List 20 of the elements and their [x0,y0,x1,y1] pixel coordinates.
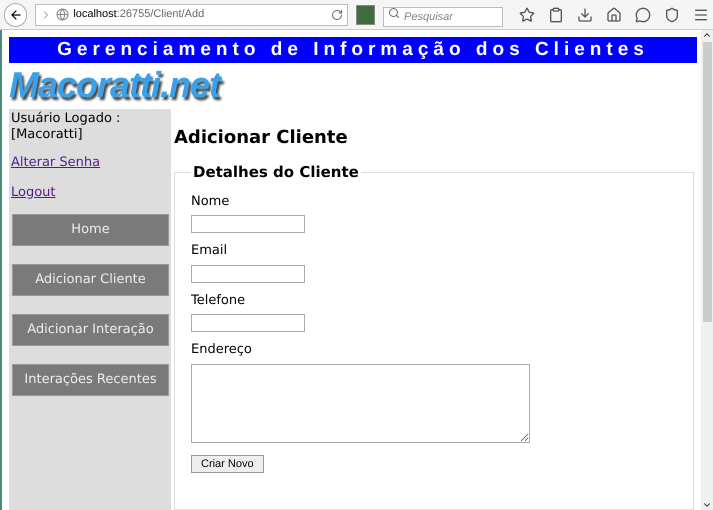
sidebar-link[interactable]: Alterar Senha [11,153,100,172]
url-text: localhost:26755/Client/Add [73,7,204,22]
user-label: Usuário Logado : [11,111,122,127]
field-label: Email [191,242,228,260]
site-logo: Macoratti.net [9,63,224,107]
field-label: Endereço [191,341,252,359]
user-name: [Macoratti] [11,127,84,143]
page-heading: Adicionar Cliente [174,126,349,150]
submit-button[interactable]: Criar Novo [191,454,264,472]
nav-button[interactable]: Adicionar Interação [12,314,169,346]
address-bar[interactable]: localhost:26755/Client/Add [35,4,348,26]
nav-button[interactable]: Interações Recentes [12,364,169,396]
field-label: Nome [191,192,230,210]
sidebar-link[interactable]: Logout [11,182,56,202]
search-field[interactable]: Pesquisar [383,6,503,26]
field-label: Telefone [191,292,246,310]
nav-button[interactable]: Home [12,214,169,246]
nav-button[interactable]: Adicionar Cliente [12,264,169,296]
form-legend: Detalhes do Cliente [191,161,361,184]
page-banner: Gerenciamento de Informação dos Clientes [9,37,697,63]
